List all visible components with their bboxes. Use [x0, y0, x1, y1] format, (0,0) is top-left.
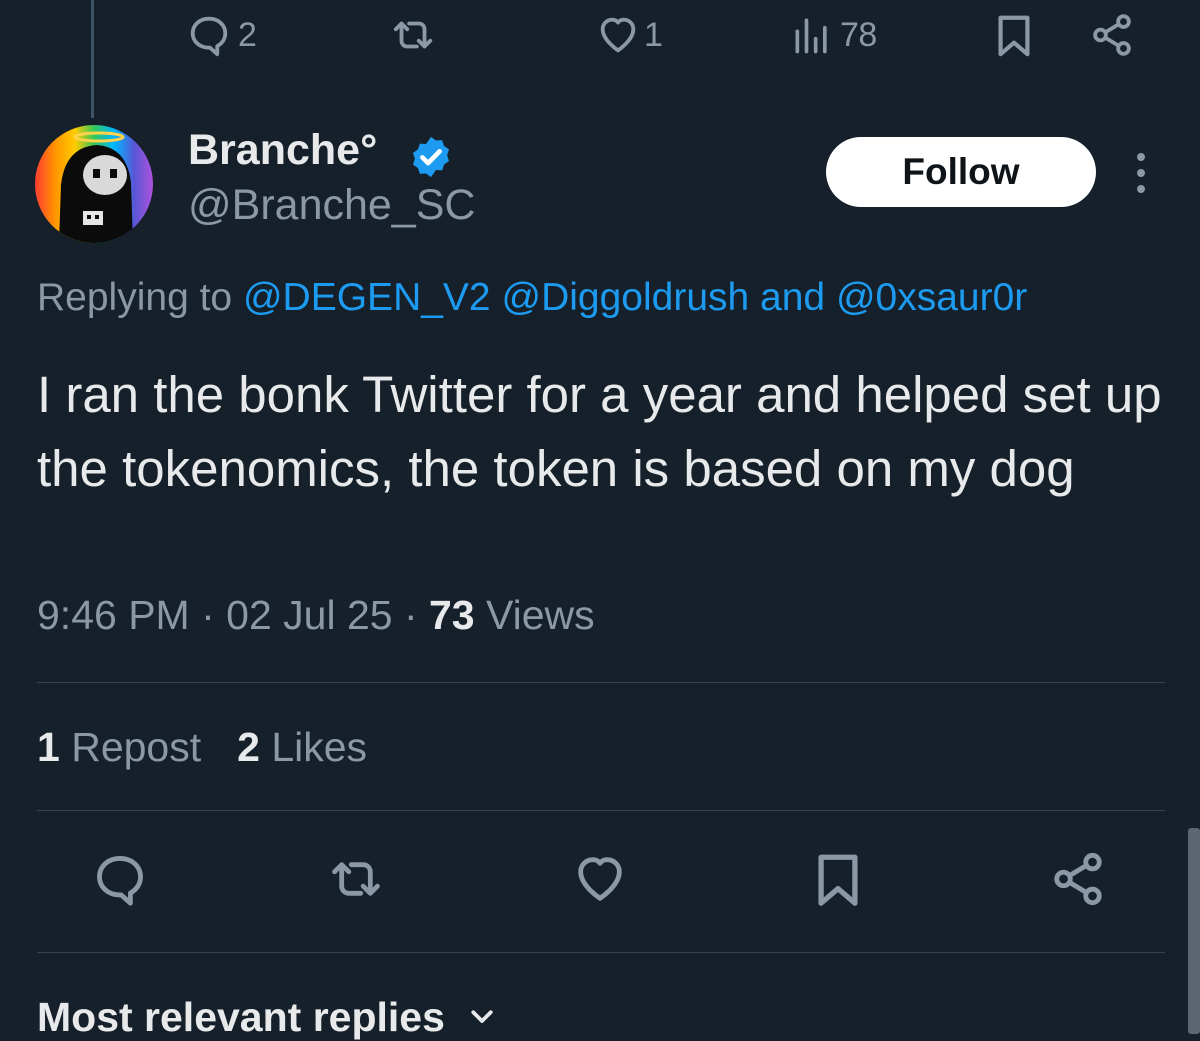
engagement-stats: 1 Repost 2 Likes — [37, 724, 367, 771]
replying-to-line: Replying to @DEGEN_V2 @Diggoldrush and @… — [37, 276, 1027, 320]
meta-separator: · — [189, 592, 227, 638]
repost-icon — [388, 12, 438, 58]
bookmark-icon — [994, 12, 1034, 58]
like-action[interactable]: 1 — [594, 10, 663, 60]
mention-link[interactable]: @DEGEN_V2 — [243, 276, 491, 319]
more-vertical-icon[interactable] — [1124, 150, 1158, 196]
share-action[interactable] — [1088, 10, 1136, 60]
reposts-stat[interactable]: 1 Repost — [37, 724, 201, 770]
reply-button[interactable] — [90, 848, 150, 914]
replying-conjunction: and — [749, 276, 836, 319]
mention-link[interactable]: @Diggoldrush — [501, 276, 749, 319]
like-button[interactable] — [570, 848, 630, 914]
display-name[interactable]: Branche° — [188, 126, 377, 175]
like-count: 1 — [644, 15, 663, 54]
bookmark-button[interactable] — [808, 848, 868, 914]
mention-link[interactable]: @0xsaur0r — [836, 276, 1027, 319]
heart-icon — [594, 12, 642, 58]
verified-badge-icon — [408, 134, 454, 180]
avatar[interactable] — [35, 125, 153, 243]
user-handle[interactable]: @Branche_SC — [188, 181, 475, 230]
repost-button[interactable] — [326, 848, 386, 914]
bookmark-icon — [813, 850, 863, 913]
bookmark-action[interactable] — [994, 10, 1034, 60]
follow-button[interactable]: Follow — [826, 137, 1096, 207]
share-icon — [1088, 12, 1136, 58]
likes-label: Likes — [259, 724, 368, 770]
view-count: 78 — [840, 15, 877, 54]
views-count: 73 — [428, 592, 475, 638]
repost-action[interactable] — [388, 10, 438, 60]
tweet-time[interactable]: 9:46 PM — [37, 592, 190, 638]
share-button[interactable] — [1048, 848, 1108, 914]
thread-connector-line — [91, 0, 94, 118]
views-action[interactable]: 78 — [790, 10, 877, 60]
reply-count: 2 — [238, 15, 257, 54]
replying-prefix: Replying to — [37, 276, 243, 319]
reply-icon — [186, 12, 232, 58]
reply-action[interactable]: 2 — [186, 10, 257, 60]
divider — [37, 682, 1165, 683]
tweet-text: I ran the bonk Twitter for a year and he… — [37, 366, 1162, 497]
reposts-count: 1 — [37, 724, 60, 770]
repost-icon — [325, 850, 387, 913]
tweet-date[interactable]: 02 Jul 25 — [226, 592, 392, 638]
likes-stat[interactable]: 2 Likes — [237, 724, 367, 770]
bar-chart-icon — [790, 12, 834, 58]
reposts-label: Repost — [59, 724, 202, 770]
views-label: Views — [474, 592, 595, 638]
share-icon — [1048, 850, 1108, 913]
heart-icon — [570, 850, 630, 913]
reply-icon — [91, 850, 149, 913]
likes-count: 2 — [237, 724, 260, 770]
tweet-meta: 9:46 PM · 02 Jul 25 · 73 Views — [37, 592, 595, 639]
meta-separator: · — [392, 592, 429, 638]
divider — [37, 810, 1165, 811]
divider — [37, 952, 1165, 953]
scrollbar[interactable] — [1188, 828, 1200, 1034]
